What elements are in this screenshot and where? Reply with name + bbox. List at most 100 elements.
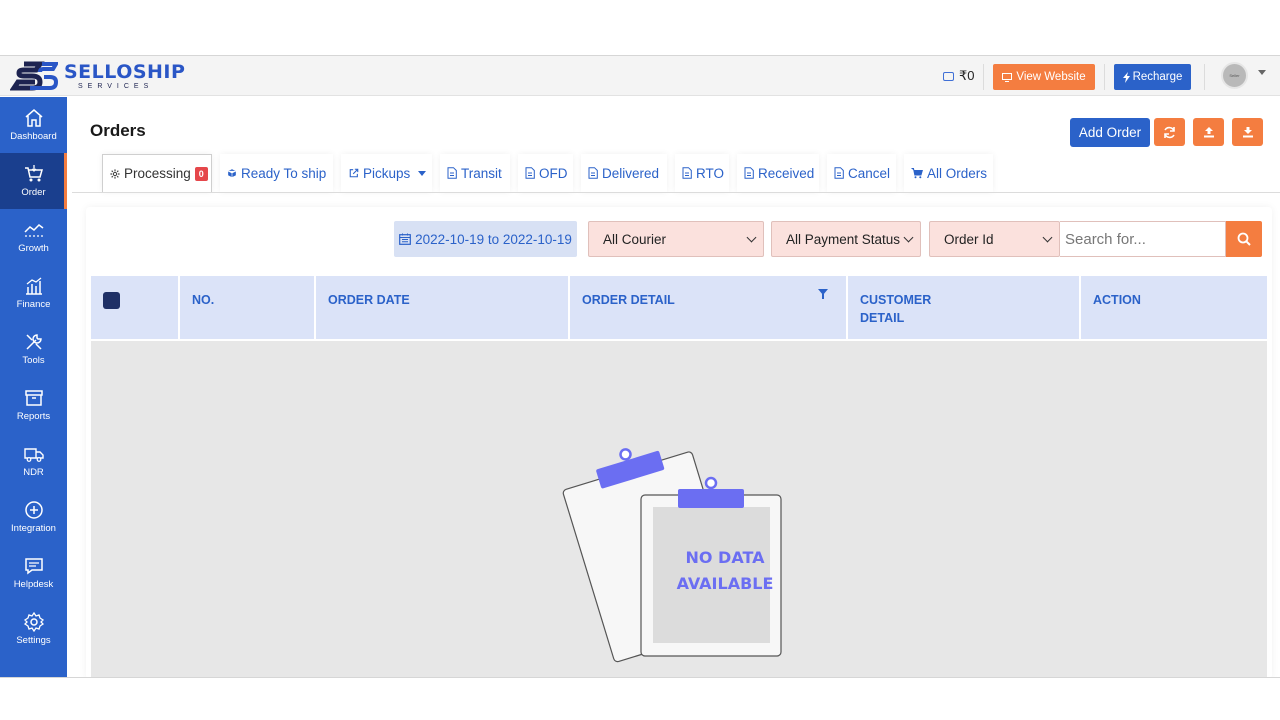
tab-label: Transit [461, 165, 502, 181]
archive-icon [24, 390, 43, 406]
orders-panel: 2022-10-19 to 2022-10-19 All Courier All… [86, 207, 1272, 677]
recharge-button[interactable]: Recharge [1114, 64, 1191, 90]
home-icon [25, 109, 42, 127]
filter-icon[interactable] [818, 289, 828, 299]
tools-icon [25, 334, 42, 350]
tab-label: RTO [696, 165, 725, 181]
column-header: ACTION [1079, 276, 1267, 339]
monitor-icon [1002, 72, 1013, 82]
tab-rto[interactable]: RTO [675, 154, 729, 192]
gear-icon [23, 612, 44, 632]
chevron-down-icon [746, 232, 757, 242]
tab-label: Processing [124, 166, 191, 181]
avatar[interactable]: Seller [1221, 62, 1248, 89]
tab-received[interactable]: Received [737, 154, 819, 192]
brand-logo[interactable]: SELLOSHIP SERVICES [10, 61, 185, 91]
sidebar-item-label: Helpdesk [13, 579, 54, 590]
courier-select[interactable]: All Courier [588, 221, 764, 257]
tab-delivered[interactable]: Delivered [581, 154, 667, 192]
add-order-button[interactable]: Add Order [1070, 118, 1150, 147]
document-icon [588, 167, 598, 179]
empty-state-message: NO DATA AVAILABLE [651, 545, 799, 597]
divider [1204, 64, 1205, 90]
upload-button[interactable] [1193, 118, 1224, 146]
sidebar-item-tools[interactable]: Tools [0, 321, 67, 377]
brand-name: SELLOSHIP [64, 60, 186, 83]
document-icon [682, 167, 692, 179]
sidebar-item-label: Tools [22, 355, 45, 366]
calendar-icon [399, 233, 411, 245]
growth-icon [23, 224, 43, 237]
sidebar-item-integration[interactable]: Integration [0, 489, 67, 545]
refresh-button[interactable] [1154, 118, 1185, 146]
search-icon [1237, 232, 1251, 246]
download-button[interactable] [1232, 118, 1263, 146]
brand-text: SELLOSHIP SERVICES [64, 60, 186, 90]
finance-icon [25, 277, 42, 295]
document-icon [744, 167, 754, 179]
sidebar-item-settings[interactable]: Settings [0, 601, 67, 657]
sidebar-item-helpdesk[interactable]: Helpdesk [0, 545, 67, 601]
date-range-value: 2022-10-19 to 2022-10-19 [415, 231, 572, 247]
sidebar-item-finance[interactable]: Finance [0, 265, 67, 321]
chevron-down-icon[interactable] [1258, 70, 1266, 75]
tab-label: Ready To ship [241, 165, 327, 181]
view-website-button[interactable]: View Website [993, 64, 1095, 90]
search-field-select[interactable]: Order Id [929, 221, 1060, 257]
select-all-checkbox[interactable] [103, 292, 120, 309]
wallet-amount: ₹0 [959, 68, 975, 83]
sidebar-item-label: Finance [16, 299, 51, 310]
divider [1104, 64, 1105, 90]
sidebar-item-dashboard[interactable]: Dashboard [0, 97, 67, 153]
sidebar-item-label: Settings [16, 635, 51, 646]
app-window: SELLOSHIP SERVICES ₹0 View Website Recha… [0, 55, 1280, 678]
search-button[interactable] [1226, 221, 1262, 257]
courier-select-value: All Courier [603, 231, 667, 247]
sidebar-item-label: Reports [16, 411, 51, 422]
cart-icon [24, 165, 43, 182]
payment-status-select[interactable]: All Payment Status [771, 221, 921, 257]
sidebar-item-order[interactable]: Order [0, 153, 67, 209]
chevron-down-icon [1042, 232, 1053, 242]
sidebar-item-label: Dashboard [10, 131, 57, 142]
wallet-icon [943, 71, 954, 81]
sidebar-item-label: NDR [23, 467, 44, 478]
logo-mark-icon [10, 61, 58, 91]
chevron-down-icon [418, 170, 427, 176]
sidebar-item-reports[interactable]: Reports [0, 377, 67, 433]
column-header: ORDER DATE [314, 276, 568, 339]
tab-transit[interactable]: Transit [440, 154, 510, 192]
divider [983, 64, 984, 90]
sidebar: Dashboard Order Growth Finance Tools Rep… [0, 97, 67, 677]
payment-status-value: All Payment Status [786, 231, 901, 247]
tab-pickups[interactable]: Pickups [341, 154, 432, 192]
document-icon [834, 167, 844, 179]
sidebar-item-growth[interactable]: Growth [0, 209, 67, 265]
tab-label: OFD [539, 165, 568, 181]
column-header: NO. [178, 276, 314, 339]
sidebar-item-label: Growth [18, 243, 49, 254]
message-icon [24, 558, 43, 575]
tab-label: Pickups [363, 165, 411, 181]
brand-subtitle: SERVICES [78, 82, 154, 90]
search-input[interactable]: Search for... [1060, 221, 1226, 257]
avatar-text: Seller [1229, 73, 1240, 78]
tab-all-orders[interactable]: All Orders [904, 154, 993, 192]
tab-ofd[interactable]: OFD [518, 154, 573, 192]
date-range-picker[interactable]: 2022-10-19 to 2022-10-19 [394, 221, 577, 257]
upload-icon [1203, 127, 1214, 138]
table-body: NO DATA AVAILABLE [91, 341, 1267, 677]
tab-processing[interactable]: Processing 0 [102, 154, 212, 192]
tab-ready-to-ship[interactable]: Ready To ship [220, 154, 333, 192]
plus-circle-icon [24, 501, 43, 519]
wallet-balance[interactable]: ₹0 [943, 68, 975, 84]
sidebar-item-ndr[interactable]: NDR [0, 433, 67, 489]
cart-icon [911, 168, 923, 179]
document-icon [525, 167, 535, 179]
chevron-down-icon [903, 232, 914, 242]
search-field-value: Order Id [944, 231, 994, 247]
refresh-icon [1164, 126, 1175, 138]
truck-icon [23, 448, 44, 462]
column-header-label: ORDER DETAIL [582, 293, 675, 307]
tab-cancel[interactable]: Cancel [827, 154, 896, 192]
